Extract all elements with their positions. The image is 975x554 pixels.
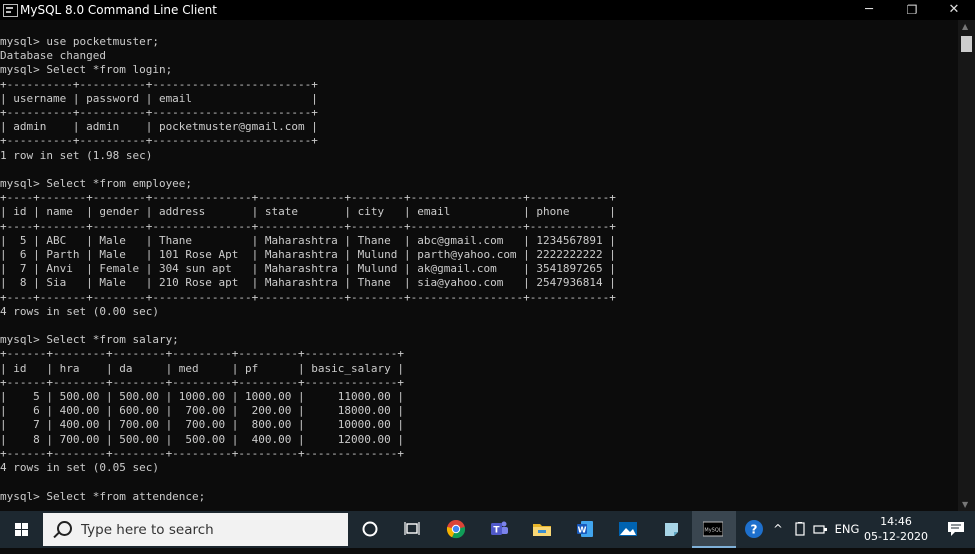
teams-taskbar-button[interactable]: T — [478, 511, 520, 548]
chrome-icon — [446, 520, 466, 539]
input-language-button[interactable]: ENG — [833, 511, 861, 548]
taskbar: Type here to search T W MySQL ? ^ ENG 14… — [0, 511, 975, 548]
sticky-notes-taskbar-button[interactable] — [650, 511, 692, 548]
search-placeholder: Type here to search — [81, 522, 214, 538]
mysql-icon: MySQL — [703, 521, 723, 537]
svg-text:W: W — [578, 526, 587, 535]
clock-time: 14:46 — [880, 515, 912, 528]
photos-taskbar-button[interactable] — [607, 511, 649, 548]
show-hidden-icons-button[interactable]: ^ — [768, 511, 788, 548]
console-area[interactable]: mysql> use pocketmuster; Database change… — [0, 20, 958, 511]
svg-text:MySQL: MySQL — [704, 528, 721, 534]
task-view-icon — [404, 522, 420, 535]
scroll-down-arrow-icon[interactable]: ▼ — [962, 500, 968, 509]
taskbar-search-box[interactable]: Type here to search — [43, 513, 348, 546]
battery-icon — [795, 522, 805, 536]
svg-text:?: ? — [751, 523, 758, 537]
console-output: mysql> use pocketmuster; Database change… — [0, 35, 616, 503]
word-taskbar-button[interactable]: W — [564, 511, 606, 548]
file-explorer-icon — [533, 524, 551, 536]
restore-button[interactable]: ❐ — [891, 0, 933, 20]
search-icon — [57, 521, 72, 536]
app-icon — [3, 4, 18, 17]
mysql-client-taskbar-button[interactable]: MySQL — [692, 511, 736, 548]
file-explorer-taskbar-button[interactable] — [521, 511, 563, 548]
clock-date: 05-12-2020 — [864, 530, 928, 543]
cortana-button[interactable] — [349, 511, 391, 548]
task-view-button[interactable] — [391, 511, 433, 548]
scrollbar-thumb[interactable] — [961, 36, 972, 52]
network-status[interactable] — [810, 511, 832, 548]
minimize-button[interactable]: ─ — [848, 0, 890, 20]
teams-icon: T — [491, 521, 508, 536]
network-icon — [813, 525, 827, 534]
battery-status[interactable] — [790, 511, 810, 548]
start-button[interactable] — [0, 511, 42, 548]
vertical-scrollbar[interactable]: ▲ ▼ — [958, 20, 975, 511]
help-button[interactable]: ? — [740, 511, 768, 548]
photos-icon — [619, 522, 637, 536]
taskbar-clock[interactable]: 14:46 05-12-2020 — [860, 514, 932, 544]
action-center-button[interactable] — [938, 511, 975, 548]
window-title: MySQL 8.0 Command Line Client — [20, 3, 217, 17]
title-bar: MySQL 8.0 Command Line Client ─ ❐ ✕ — [0, 0, 975, 20]
close-button[interactable]: ✕ — [933, 0, 975, 20]
chrome-taskbar-button[interactable] — [435, 511, 477, 548]
svg-text:T: T — [493, 526, 500, 536]
scroll-up-arrow-icon[interactable]: ▲ — [962, 22, 968, 31]
cortana-icon — [362, 521, 378, 537]
word-icon: W — [577, 521, 593, 537]
notification-icon — [948, 522, 964, 536]
help-icon: ? — [745, 520, 763, 538]
sticky-notes-icon — [665, 523, 678, 536]
